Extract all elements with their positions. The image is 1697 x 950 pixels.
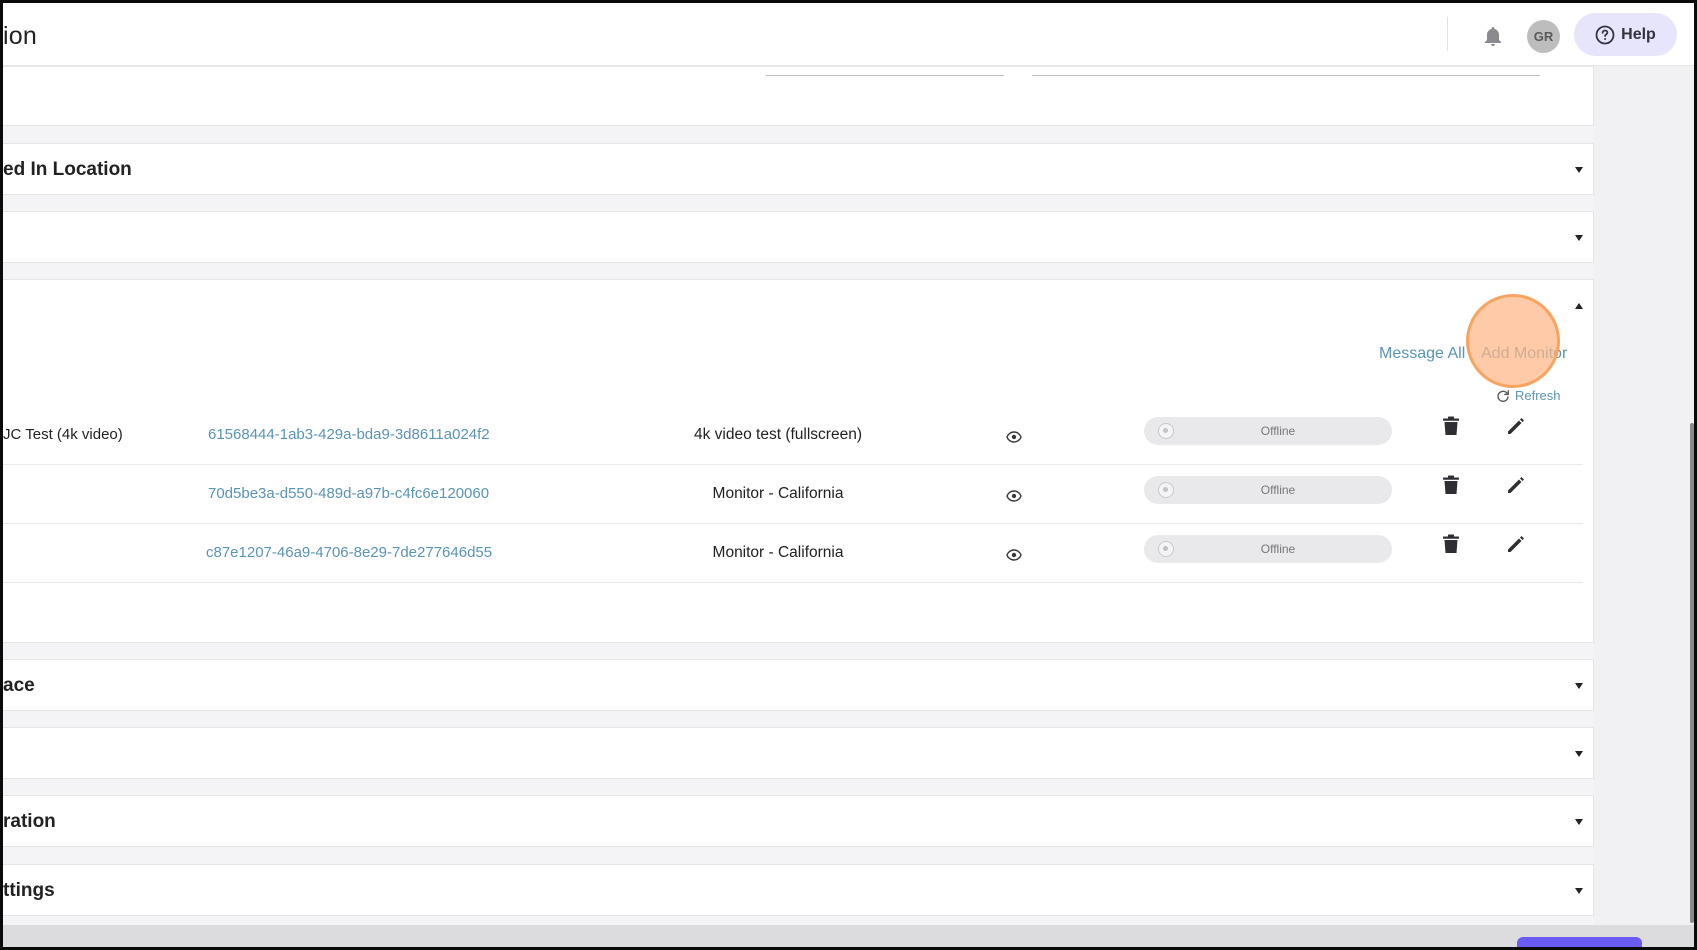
panel-title: ttings (3, 880, 55, 901)
status-toggle[interactable]: Offline (1144, 417, 1392, 445)
expand-caret-icon[interactable] (1575, 683, 1583, 689)
table-row: 70d5be3a-d550-489d-a97b-c4fc6e120060 Mon… (3, 465, 1583, 524)
trash-icon[interactable] (1442, 534, 1460, 554)
table-row: JC Test (4k video) 61568444-1ab3-429a-bd… (3, 406, 1583, 465)
right-gutter (1594, 66, 1694, 926)
eye-icon[interactable] (1006, 490, 1022, 502)
expand-caret-icon[interactable] (1575, 751, 1583, 757)
page-title: ion (3, 22, 37, 50)
panel-title: ration (3, 811, 56, 832)
message-all-link[interactable]: Message All (1379, 345, 1465, 363)
help-button[interactable]: Help (1574, 13, 1677, 56)
text-field-underline[interactable] (766, 75, 1004, 76)
panel-settings[interactable]: ttings (3, 864, 1594, 916)
pencil-icon[interactable] (1505, 534, 1525, 554)
bell-icon[interactable] (1481, 25, 1505, 49)
panel-title: ed In Location (3, 159, 132, 180)
text-field-underline-wide[interactable] (1032, 75, 1540, 76)
row-divider (3, 582, 1583, 583)
app-window: ion GR Help ed In Location Message All A… (0, 0, 1697, 950)
monitor-description: 4k video test (fullscreen) (694, 426, 862, 443)
panel-top-fields (3, 66, 1594, 126)
monitor-id-link[interactable]: 61568444-1ab3-429a-bda9-3d8611a024f2 (208, 426, 490, 443)
panel-collapsed[interactable] (3, 727, 1594, 779)
status-toggle[interactable]: Offline (1144, 535, 1392, 563)
panel-configuration[interactable]: ration (3, 795, 1594, 847)
refresh-icon (1497, 389, 1509, 402)
trash-icon[interactable] (1442, 416, 1460, 436)
monitor-id-link[interactable]: c87e1207-46a9-4706-8e29-7de277646d55 (206, 544, 492, 561)
panel-collapsed-ace[interactable]: ace (3, 659, 1594, 711)
panel-collapsed[interactable] (3, 211, 1594, 263)
panel-monitors: Message All Add Monitor JC Test (4k vide… (3, 279, 1594, 643)
collapse-caret-icon[interactable] (1575, 303, 1583, 309)
refresh-button[interactable]: Refresh (1496, 388, 1561, 403)
header-divider (1447, 17, 1448, 51)
eye-icon[interactable] (1006, 431, 1022, 443)
bottom-action-bar (3, 925, 1694, 947)
expand-caret-icon[interactable] (1575, 888, 1583, 894)
help-circle-icon (1595, 25, 1615, 44)
panel-title: ace (3, 675, 35, 696)
expand-caret-icon[interactable] (1575, 819, 1583, 825)
trash-icon[interactable] (1442, 475, 1460, 495)
status-label: Offline (1260, 424, 1296, 438)
pencil-icon[interactable] (1505, 475, 1525, 495)
status-toggle[interactable]: Offline (1144, 476, 1392, 504)
avatar[interactable]: GR (1527, 20, 1560, 53)
help-label: Help (1621, 25, 1656, 43)
monitor-name: JC Test (4k video) (3, 426, 123, 443)
status-label: Offline (1260, 542, 1296, 556)
monitor-description: Monitor - California (712, 544, 844, 561)
refresh-label: Refresh (1515, 388, 1561, 403)
scrollbar-thumb[interactable] (1690, 423, 1694, 923)
monitor-id-link[interactable]: 70d5be3a-d550-489d-a97b-c4fc6e120060 (208, 485, 489, 502)
expand-caret-icon[interactable] (1575, 235, 1583, 241)
pencil-icon[interactable] (1505, 416, 1525, 436)
panel-located-in-location[interactable]: ed In Location (3, 143, 1594, 195)
add-monitor-link[interactable]: Add Monitor (1481, 345, 1567, 363)
eye-icon[interactable] (1006, 549, 1022, 561)
top-bar: ion GR Help (3, 3, 1694, 66)
expand-caret-icon[interactable] (1575, 167, 1583, 173)
primary-action-button[interactable] (1517, 937, 1642, 947)
table-row: c87e1207-46a9-4706-8e29-7de277646d55 Mon… (3, 524, 1583, 583)
monitor-description: Monitor - California (712, 485, 844, 502)
status-label: Offline (1260, 483, 1296, 497)
